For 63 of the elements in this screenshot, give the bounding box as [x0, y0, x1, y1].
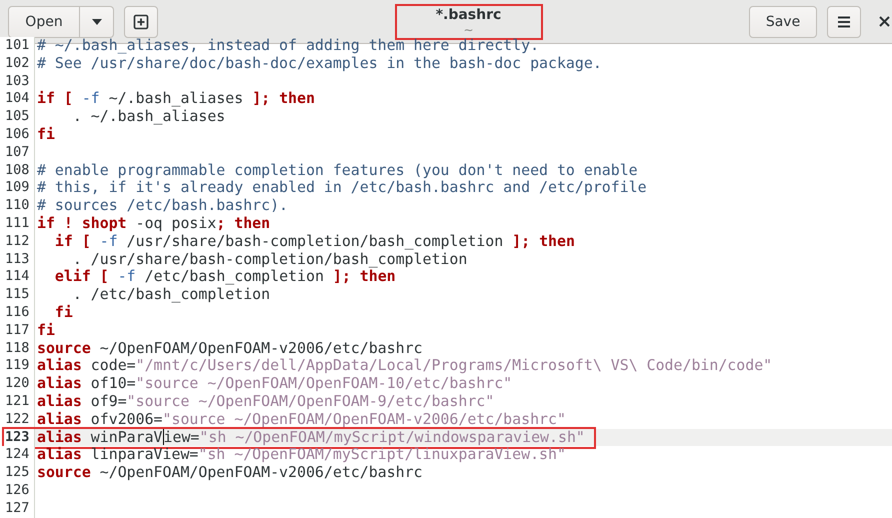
code-text: source [37, 338, 91, 357]
code-text: ~/OpenFOAM/OpenFOAM-v2006/etc/bashrc [98, 338, 422, 357]
code-text: ofv2006= [90, 410, 163, 428]
code-text: fi [37, 124, 55, 143]
code-text: # sources /etc/bash.bashrc). [37, 196, 288, 214]
code-text: alias [37, 410, 82, 428]
code-text: /etc/bash_completion [144, 267, 324, 286]
caret-icon [92, 18, 102, 24]
code-text: elif [ [54, 267, 109, 286]
code-text: ]; then [252, 89, 315, 108]
open-button[interactable]: Open [8, 6, 80, 38]
code-text: ; then [216, 214, 270, 232]
code-text: -oq posix [134, 214, 216, 232]
code-text: if [ [54, 232, 91, 250]
new-tab-button[interactable] [124, 6, 158, 38]
code-text: of9= [90, 392, 127, 410]
code-text: . /usr/share/bash-completion/bash_completion [72, 250, 468, 268]
code-text: if [ [37, 89, 73, 108]
text-cursor [162, 428, 164, 445]
code-text: /usr/share/bash-completion/bash_completion [126, 232, 504, 250]
code-text: . /etc/bash_completion [72, 285, 270, 304]
code-text: # this, if it's already enabled in /etc/bash.bashrc and /etc/profile [37, 178, 647, 196]
code-text: source [37, 463, 91, 482]
code-text: "source ~/OpenFOAM/OpenFOAM-9/etc/bashrc" [126, 392, 494, 410]
save-button[interactable]: Save [749, 6, 817, 38]
code-text: . ~/.bash_aliases [72, 107, 226, 126]
close-icon[interactable] [879, 16, 890, 27]
code-text: fi [54, 302, 73, 321]
code-text: iew= [164, 428, 200, 446]
code-text: # enable programmable completion features (you don't need to enable [37, 160, 638, 179]
code-text: # See /usr/share/doc/bash-doc/examples in the bash-doc package. [37, 54, 602, 72]
dropdown-button[interactable] [80, 6, 114, 38]
line-number: 101 [0, 37, 35, 55]
code-text: linparaView= [90, 445, 198, 464]
code-text: # ~/.bash_aliases, instead of adding them here directly. [37, 36, 540, 54]
code-text: of10= [90, 374, 136, 392]
window-subtitle: ~ [463, 22, 474, 36]
code-text: ]; then [332, 267, 396, 286]
new-tab-icon [133, 14, 149, 30]
code-text: -f [118, 267, 136, 286]
code-text: -f [80, 89, 100, 108]
code-text: winParaV [90, 428, 163, 446]
code-text: code= [90, 356, 136, 374]
line-number: 124 [0, 446, 35, 464]
menu-icon [837, 16, 851, 28]
code-text: "source ~/OpenFOAM/OpenFOAM-10/etc/bashrc" [136, 374, 512, 392]
code-text: -f [98, 232, 118, 250]
code-text: ~/.bash_aliases [108, 89, 244, 108]
code-text: "sh ~/OpenFOAM/myScript/linuxparaView.sh" [198, 445, 566, 464]
code-text: ~/OpenFOAM/OpenFOAM-v2006/etc/bashrc [98, 463, 422, 482]
menu-button[interactable] [827, 6, 861, 38]
code-text: ]; then [512, 232, 575, 250]
code-text: alias [37, 445, 82, 464]
code-text: alias [37, 428, 82, 446]
code-text: "/mnt/c/Users/dell/AppData/Local/Programs/Microsoft\ VS\ Code/bin/code" [136, 356, 772, 374]
code-text: alias [37, 374, 82, 392]
code-text: fi [37, 320, 55, 339]
code-text: "sh ~/OpenFOAM/myScript/windowsparaview.sh" [199, 428, 585, 446]
code-text: alias [37, 356, 82, 374]
code-text: if ! shopt [37, 214, 127, 232]
code-text: alias [37, 392, 82, 410]
window-title: *.bashrc [436, 6, 502, 22]
code-text: "source ~/OpenFOAM/OpenFOAM-v2006/etc/bashrc" [162, 410, 566, 428]
